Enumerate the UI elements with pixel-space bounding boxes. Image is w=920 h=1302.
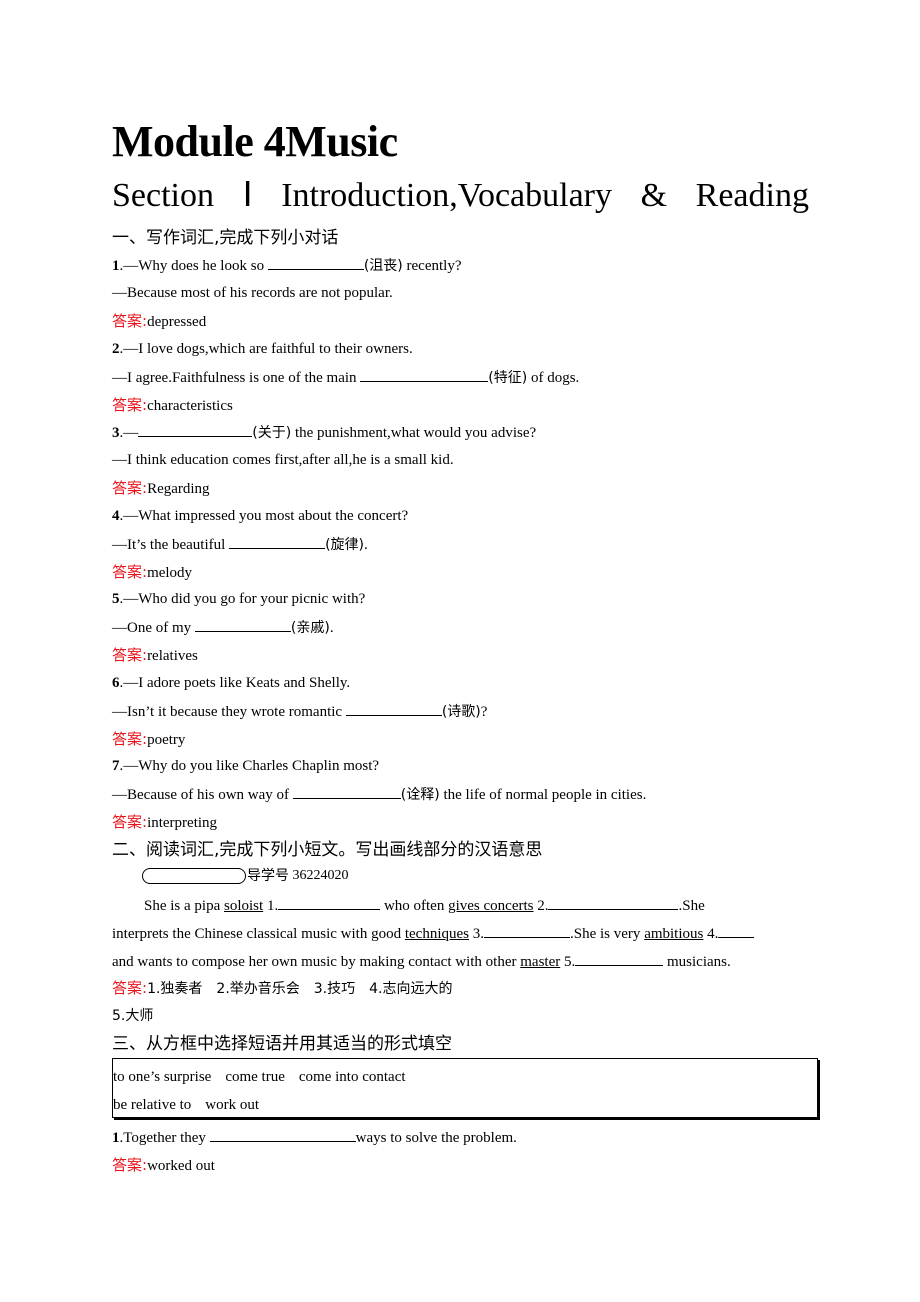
part3-answer-1: 答案:worked out xyxy=(112,1156,215,1174)
question-5: 5.—Who did you go for your picnic with? xyxy=(112,591,366,607)
answer-6: 答案:poetry xyxy=(112,730,186,748)
hint: (诠释) xyxy=(400,787,440,803)
part1-heading: 一、写作词汇,完成下列小对话 xyxy=(112,228,339,248)
hint: (旋律) xyxy=(325,537,364,553)
phrase: to one’s surprise xyxy=(113,1069,212,1085)
underlined-word: gives concerts xyxy=(448,898,534,914)
passage-line-1: She is a pipa soloist 1. who often gives… xyxy=(144,895,705,916)
answer-blank[interactable] xyxy=(345,701,442,716)
section-word: Section xyxy=(112,177,214,214)
answer-blank[interactable] xyxy=(194,617,291,632)
answer-blank[interactable] xyxy=(267,255,364,270)
answer-2: 答案:characteristics xyxy=(112,396,233,414)
answer-label: 答案: xyxy=(112,479,148,497)
part3-heading: 三、从方框中选择短语并用其适当的形式填空 xyxy=(112,1034,452,1054)
section-reading: Reading xyxy=(695,177,809,214)
phrase: work out xyxy=(205,1097,260,1113)
reply-5: —One of my (亲戚). xyxy=(112,617,334,638)
reply-2: —I agree.Faithfulness is one of the main… xyxy=(112,367,579,388)
section-ampersand: & xyxy=(640,177,668,214)
underlined-word: ambitious xyxy=(644,926,704,942)
answer-label: 答案: xyxy=(112,813,148,831)
phrase-box: to one’s surprise come true come into cont… xyxy=(112,1058,818,1118)
section-topic: Introduction,Vocabulary xyxy=(281,177,612,214)
question-7: 7.—Why do you like Charles Chaplin most? xyxy=(112,758,380,774)
answer-label: 答案: xyxy=(112,312,148,330)
reply-3: —I think education comes first,after all… xyxy=(112,452,454,468)
guide-number-row: 导学号 36224020 xyxy=(142,866,349,886)
answer-blank[interactable] xyxy=(292,784,401,799)
question-4: 4.—What impressed you most about the con… xyxy=(112,508,409,524)
module-title: Module 4Music xyxy=(112,117,398,166)
answer-blank[interactable] xyxy=(278,895,381,910)
passage-line-2: interprets the Chinese classical music w… xyxy=(112,923,755,944)
phrase-row-2: be relative to work out xyxy=(113,1095,259,1115)
hint: (沮丧) xyxy=(363,258,403,274)
answer-blank[interactable] xyxy=(575,951,664,966)
answer-blank[interactable] xyxy=(138,422,253,437)
reply-6: —Isn’t it because they wrote romantic (诗… xyxy=(112,701,487,722)
reply-7: —Because of his own way of (诠释) the life… xyxy=(112,784,646,805)
question-3: 3.— (关于) the punishment,what would you ad… xyxy=(112,422,536,443)
hint: (亲戚) xyxy=(290,620,330,636)
guide-number: 36224020 xyxy=(292,868,349,883)
answer-blank[interactable] xyxy=(360,367,489,382)
answer-label: 答案: xyxy=(112,979,148,997)
phrase: be relative to xyxy=(113,1097,192,1113)
reply-4: —It’s the beautiful (旋律). xyxy=(112,534,368,555)
reply-1: —Because most of his records are not pop… xyxy=(112,285,393,301)
hint: (特征) xyxy=(488,370,528,386)
guide-label: 导学号 xyxy=(247,868,289,884)
hint: (关于) xyxy=(252,425,292,441)
phrase: come true xyxy=(225,1069,285,1085)
answer-label: 答案: xyxy=(112,396,148,414)
part3-question-1: 1.Together they ways to solve the proble… xyxy=(112,1127,517,1148)
rounded-placeholder-box xyxy=(142,868,246,884)
answer-blank[interactable] xyxy=(229,534,326,549)
answer-3: 答案:Regarding xyxy=(112,479,210,497)
answer-blank[interactable] xyxy=(209,1127,356,1142)
underlined-word: techniques xyxy=(404,926,470,942)
part2-answer-cont: 5.大师 xyxy=(112,1008,154,1024)
part2-heading: 二、阅读词汇,完成下列小短文。写出画线部分的汉语意思 xyxy=(112,840,543,860)
underlined-word: master xyxy=(520,954,561,970)
answer-label: 答案: xyxy=(112,730,148,748)
phrase: come into contact xyxy=(298,1069,406,1085)
answer-label: 答案: xyxy=(112,1156,148,1174)
answer-blank[interactable] xyxy=(548,895,679,910)
answer-5: 答案:relatives xyxy=(112,646,198,664)
answer-blank[interactable] xyxy=(718,923,755,938)
section-title: Section Ⅰ Introduction,Vocabulary & Read… xyxy=(112,174,809,218)
answer-4: 答案:melody xyxy=(112,563,193,581)
passage-line-3: and wants to compose her own music by ma… xyxy=(112,951,731,972)
phrase-row-1: to one’s surprise come true come into cont… xyxy=(113,1067,406,1087)
answer-label: 答案: xyxy=(112,646,148,664)
question-1: 1.—Why does he look so (沮丧) recently? xyxy=(112,255,461,276)
answer-blank[interactable] xyxy=(484,923,571,938)
answer-label: 答案: xyxy=(112,563,148,581)
section-number: Ⅰ xyxy=(242,177,253,214)
part2-answer: 答案:1.独奏者 2.举办音乐会 3.技巧 4.志向远大的 xyxy=(112,979,453,997)
hint: (诗歌) xyxy=(441,704,481,720)
underlined-word: soloist xyxy=(224,898,264,914)
question-2: 2.—I love dogs,which are faithful to the… xyxy=(112,341,413,357)
answer-1: 答案:depressed xyxy=(112,312,207,330)
answer-7: 答案:interpreting xyxy=(112,813,218,831)
question-6: 6.—I adore poets like Keats and Shelly. xyxy=(112,675,351,691)
